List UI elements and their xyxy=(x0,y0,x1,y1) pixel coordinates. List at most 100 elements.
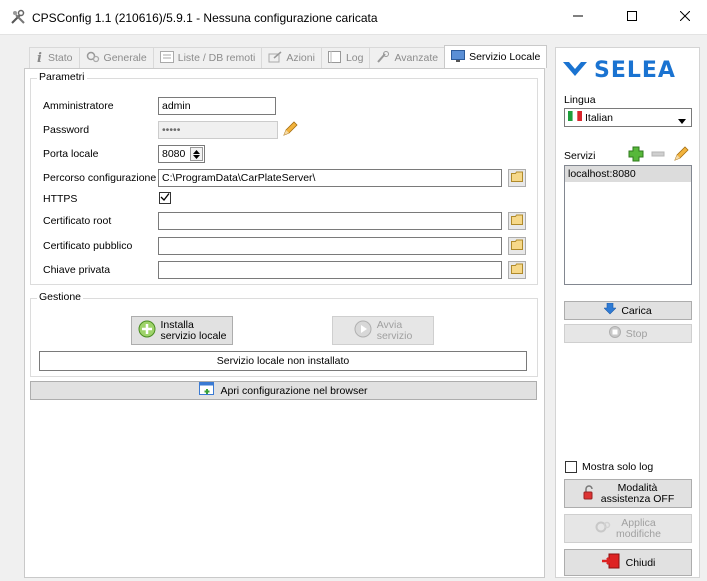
folder-icon xyxy=(511,214,523,228)
lock-icon xyxy=(582,484,596,503)
folder-icon xyxy=(511,171,523,185)
language-value: Italian xyxy=(585,111,614,124)
start-service-button[interactable]: Avvia servizio xyxy=(332,316,434,345)
assist-mode-button[interactable]: Modalità assistenza OFF xyxy=(564,479,692,508)
lingua-label: Lingua xyxy=(564,94,596,106)
client-area: i Stato Generale Liste / DB remoti Azion… xyxy=(0,34,707,581)
only-log-label: Mostra solo log xyxy=(582,461,654,473)
port-value: 8080 xyxy=(162,148,186,160)
minimize-icon xyxy=(572,11,583,24)
service-status: Servizio locale non installato xyxy=(39,351,527,371)
folder-icon xyxy=(511,239,523,253)
admin-label: Amministratore xyxy=(43,100,114,112)
apply-line2: modifiche xyxy=(616,527,661,540)
tab-log[interactable]: Log xyxy=(320,47,371,68)
minus-icon xyxy=(650,146,666,165)
tab-label: Log xyxy=(345,52,364,64)
folder-icon xyxy=(511,263,523,277)
checkmark-icon xyxy=(160,192,170,205)
add-service-button[interactable] xyxy=(628,146,644,165)
carica-button[interactable]: Carica xyxy=(564,301,692,320)
apply-label: Applica modifiche xyxy=(616,517,661,540)
list-item[interactable]: localhost:8080 xyxy=(565,166,691,182)
close-window-button[interactable] xyxy=(662,0,707,34)
tab-label: Azioni xyxy=(286,52,315,64)
carica-label: Carica xyxy=(621,304,652,317)
start-line2: servizio xyxy=(376,329,413,342)
dbpath-label: Percorso configurazione DB xyxy=(43,172,174,184)
tab-bar: i Stato Generale Liste / DB remoti Azion… xyxy=(29,45,548,68)
parametri-title: Parametri xyxy=(37,71,87,83)
pencil-icon xyxy=(673,145,689,165)
actions-icon xyxy=(268,50,282,66)
tab-label: Avanzate xyxy=(394,52,439,64)
cert-root-label: Certificato root xyxy=(43,215,112,227)
monitor-icon xyxy=(451,49,466,65)
remove-service-button[interactable] xyxy=(650,147,666,163)
play-circle-icon xyxy=(354,320,372,341)
key-input[interactable] xyxy=(158,261,502,279)
arrow-down-icon xyxy=(603,302,618,318)
tab-label: Stato xyxy=(48,52,73,64)
dbpath-input[interactable] xyxy=(158,169,502,187)
key-label: Chiave privata xyxy=(43,264,111,276)
install-label: Installa servizio locale xyxy=(160,319,227,342)
servizi-label: Servizi xyxy=(564,150,596,162)
title-bar: CPSConfig 1.1 (210616)/5.9.1 - Nessuna c… xyxy=(0,0,707,34)
browse-key-button[interactable] xyxy=(508,261,526,279)
maximize-icon xyxy=(626,10,637,24)
log-icon xyxy=(327,50,342,66)
password-label: Password xyxy=(43,124,90,136)
right-panel: SELEA Lingua Italian Servizi localhost:8… xyxy=(555,47,700,578)
start-label: Avvia servizio xyxy=(376,319,413,342)
exit-door-icon xyxy=(601,553,621,572)
green-plus-icon xyxy=(628,146,644,165)
open-browser-button[interactable]: Apri configurazione nel browser xyxy=(30,381,537,400)
tab-avanzate[interactable]: Avanzate xyxy=(369,47,446,68)
admin-input[interactable] xyxy=(158,97,276,115)
https-checkbox[interactable] xyxy=(159,192,171,204)
tab-stato[interactable]: i Stato xyxy=(29,47,80,68)
gestione-group: Gestione Installa servizio locale Avvia … xyxy=(30,291,538,377)
cert-pub-label: Certificato pubblico xyxy=(43,240,133,252)
tab-azioni[interactable]: Azioni xyxy=(261,47,322,68)
info-icon: i xyxy=(36,51,44,66)
parametri-group: Parametri Amministratore Password ••••• … xyxy=(30,71,538,285)
install-service-button[interactable]: Installa servizio locale xyxy=(131,316,233,345)
assist-label: Modalità assistenza OFF xyxy=(600,482,675,505)
browse-cert-root-button[interactable] xyxy=(508,212,526,230)
italian-flag-icon xyxy=(568,111,582,124)
cert-pub-input[interactable] xyxy=(158,237,502,255)
assist-line2: assistenza OFF xyxy=(600,492,675,505)
edit-password-button[interactable] xyxy=(282,120,298,140)
edit-service-button[interactable] xyxy=(673,145,689,165)
port-spinner[interactable]: 8080 xyxy=(158,145,205,163)
tab-generale[interactable]: Generale xyxy=(78,47,154,68)
only-log-checkbox[interactable] xyxy=(565,461,577,473)
tab-liste-db[interactable]: Liste / DB remoti xyxy=(152,47,263,68)
maximize-button[interactable] xyxy=(609,0,654,34)
stop-label: Stop xyxy=(625,327,648,340)
password-field[interactable]: ••••• xyxy=(158,121,278,139)
spinner-arrows-icon[interactable] xyxy=(190,147,203,161)
cert-root-input[interactable] xyxy=(158,212,502,230)
gears-icon xyxy=(86,51,100,66)
language-select[interactable]: Italian xyxy=(564,108,692,127)
tab-servizio-locale[interactable]: Servizio Locale xyxy=(444,45,548,68)
browse-cert-pub-button[interactable] xyxy=(508,237,526,255)
services-list[interactable]: localhost:8080 xyxy=(564,165,692,285)
close-icon xyxy=(679,10,690,24)
chevron-down-icon xyxy=(678,115,686,127)
install-line2: servizio locale xyxy=(160,329,227,342)
open-browser-label: Apri configurazione nel browser xyxy=(220,384,368,397)
stop-icon xyxy=(608,326,621,341)
close-button[interactable]: Chiudi xyxy=(564,549,692,576)
minimize-button[interactable] xyxy=(555,0,600,34)
gestione-title: Gestione xyxy=(37,291,84,303)
brand-name: SELEA xyxy=(594,57,676,83)
stop-button[interactable]: Stop xyxy=(564,324,692,343)
pencil-icon xyxy=(282,120,298,140)
browse-dbpath-button[interactable] xyxy=(508,169,526,187)
tab-label: Generale xyxy=(103,52,147,64)
apply-changes-button[interactable]: Applica modifiche xyxy=(564,514,692,543)
